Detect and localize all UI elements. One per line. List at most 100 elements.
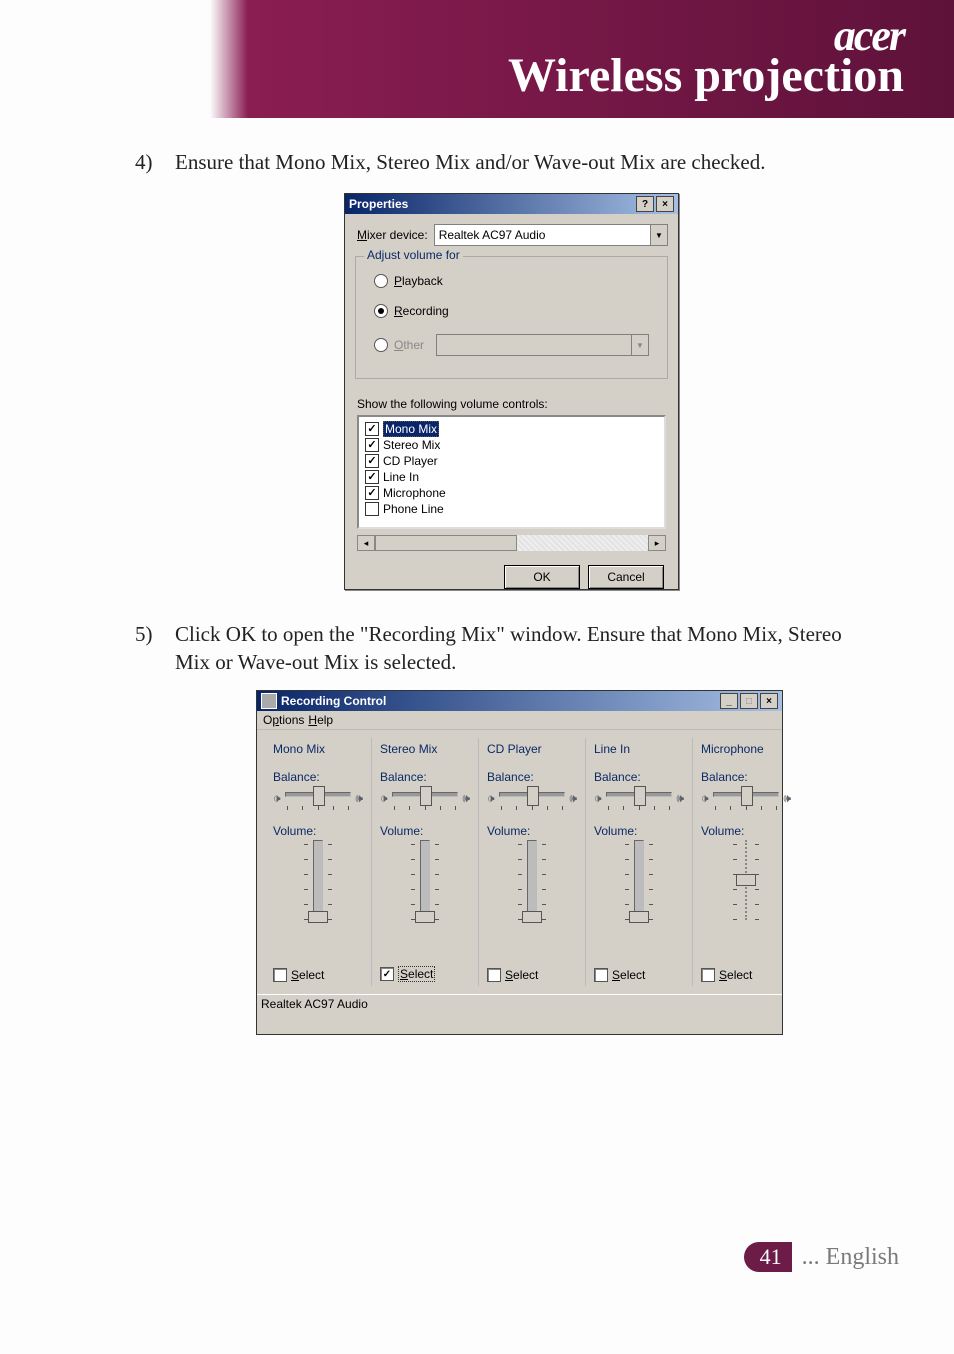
speaker-right-icon: 🕪: [783, 791, 791, 806]
scroll-thumb[interactable]: [375, 535, 517, 551]
speaker-right-icon: 🕪: [462, 791, 470, 806]
checkbox-icon[interactable]: ✓: [365, 422, 379, 436]
volume-label: Volume:: [701, 824, 744, 838]
status-bar: Realtek AC97 Audio: [257, 994, 782, 1013]
select-checkbox-row[interactable]: Select: [701, 968, 752, 982]
list-item-phone-line[interactable]: Phone Line: [363, 501, 660, 517]
mixer-device-label: Mixer device:: [357, 228, 428, 242]
speaker-left-icon: 🕩: [594, 791, 602, 806]
speaker-right-icon: 🕪: [569, 791, 577, 806]
channel-mono-mix: Mono Mix Balance: 🕩 🕪 Volume: Select: [265, 738, 372, 986]
volume-slider[interactable]: [625, 840, 653, 926]
recording-titlebar[interactable]: Recording Control _ □ ×: [257, 691, 782, 711]
ok-button[interactable]: OK: [504, 565, 580, 589]
volume-label: Volume:: [380, 824, 423, 838]
checkbox-icon[interactable]: [273, 968, 287, 982]
select-checkbox-row[interactable]: ✓ Select: [380, 966, 435, 982]
scroll-track[interactable]: [517, 535, 648, 551]
step-5: 5) Click OK to open the "Recording Mix" …: [175, 620, 875, 677]
scroll-right-button[interactable]: ▸: [648, 535, 666, 551]
close-button[interactable]: ×: [656, 196, 674, 212]
speaker-left-icon: 🕩: [701, 791, 709, 806]
scroll-left-button[interactable]: ◂: [357, 535, 375, 551]
maximize-button: □: [740, 693, 758, 709]
properties-titlebar[interactable]: Properties ? ×: [345, 194, 678, 214]
list-item-stereo-mix[interactable]: ✓ Stereo Mix: [363, 437, 660, 453]
select-checkbox-row[interactable]: Select: [594, 968, 645, 982]
horizontal-scrollbar[interactable]: ◂ ▸: [357, 535, 666, 551]
page-heading: Wireless projection: [508, 48, 904, 103]
channel-name: Mono Mix: [273, 742, 325, 756]
mixer-device-value: Realtek AC97 Audio: [439, 228, 546, 242]
balance-label: Balance:: [594, 770, 641, 784]
speaker-left-icon: 🕩: [380, 791, 388, 806]
checkbox-icon[interactable]: ✓: [365, 486, 379, 500]
status-text: Realtek AC97 Audio: [261, 997, 368, 1011]
radio-recording[interactable]: Recording: [356, 296, 667, 326]
speaker-left-icon: 🕩: [273, 791, 281, 806]
menubar: Options Help: [257, 711, 782, 730]
step-5-text: Click OK to open the "Recording Mix" win…: [175, 622, 842, 674]
properties-dialog: Properties ? × Mixer device: Realtek AC9…: [344, 193, 679, 590]
checkbox-icon[interactable]: ✓: [365, 438, 379, 452]
channel-name: Microphone: [701, 742, 764, 756]
list-item-line-in[interactable]: ✓ Line In: [363, 469, 660, 485]
balance-slider[interactable]: 🕩 🕪: [487, 786, 577, 810]
balance-label: Balance:: [701, 770, 748, 784]
speaker-right-icon: 🕪: [355, 791, 363, 806]
radio-playback[interactable]: Playback: [356, 266, 667, 296]
help-button[interactable]: ?: [636, 196, 654, 212]
balance-slider[interactable]: 🕩 🕪: [701, 786, 791, 810]
radio-icon: [374, 338, 388, 352]
channel-name: Stereo Mix: [380, 742, 437, 756]
volume-slider[interactable]: [304, 840, 332, 926]
volume-slider[interactable]: [733, 840, 759, 926]
step-4: 4) Ensure that Mono Mix, Stereo Mix and/…: [175, 148, 875, 176]
close-button[interactable]: ×: [760, 693, 778, 709]
balance-slider[interactable]: 🕩 🕪: [273, 786, 363, 810]
balance-slider[interactable]: 🕩 🕪: [380, 786, 470, 810]
mixer-device-combo[interactable]: Realtek AC97 Audio ▼: [434, 224, 668, 246]
balance-label: Balance:: [273, 770, 320, 784]
checkbox-icon[interactable]: [701, 968, 715, 982]
volume-controls-list[interactable]: ✓ Mono Mix ✓ Stereo Mix ✓ CD Player ✓ Li…: [357, 415, 666, 529]
dropdown-arrow-icon[interactable]: ▼: [650, 225, 667, 245]
channel-name: Line In: [594, 742, 630, 756]
menu-options[interactable]: Options: [263, 713, 304, 727]
volume-label: Volume:: [487, 824, 530, 838]
adjust-volume-label: Adjust volume for: [364, 248, 463, 262]
checkbox-icon[interactable]: [487, 968, 501, 982]
volume-label: Volume:: [273, 824, 316, 838]
speaker-right-icon: 🕪: [676, 791, 684, 806]
list-item-label: Microphone: [383, 486, 446, 500]
list-item-label: Phone Line: [383, 502, 444, 516]
list-item-microphone[interactable]: ✓ Microphone: [363, 485, 660, 501]
balance-slider[interactable]: 🕩 🕪: [594, 786, 684, 810]
checkbox-icon[interactable]: ✓: [365, 470, 379, 484]
checkbox-icon[interactable]: [365, 502, 379, 516]
list-item-label: Stereo Mix: [383, 438, 440, 452]
radio-icon: [374, 304, 388, 318]
select-checkbox-row[interactable]: Select: [273, 968, 324, 982]
checkbox-icon[interactable]: ✓: [380, 967, 394, 981]
channel-name: CD Player: [487, 742, 542, 756]
list-item-cd-player[interactable]: ✓ CD Player: [363, 453, 660, 469]
channel-cd-player: CD Player Balance: 🕩 🕪 Volume: Select: [479, 738, 586, 986]
speaker-left-icon: 🕩: [487, 791, 495, 806]
select-checkbox-row[interactable]: Select: [487, 968, 538, 982]
step-5-number: 5): [135, 620, 153, 648]
checkbox-icon[interactable]: [594, 968, 608, 982]
cancel-button[interactable]: Cancel: [588, 565, 664, 589]
minimize-button[interactable]: _: [720, 693, 738, 709]
checkbox-icon[interactable]: ✓: [365, 454, 379, 468]
recording-control-window: Recording Control _ □ × Options Help Mon…: [256, 690, 783, 1035]
footer-language: ... English: [802, 1244, 899, 1271]
menu-help[interactable]: Help: [308, 713, 333, 727]
channel-stereo-mix: Stereo Mix Balance: 🕩 🕪 Volume: ✓ Select: [372, 738, 479, 986]
list-item-mono-mix[interactable]: ✓ Mono Mix: [363, 421, 660, 437]
volume-slider[interactable]: [411, 840, 439, 926]
page-number-badge: 41: [744, 1242, 792, 1272]
step-4-text: Ensure that Mono Mix, Stereo Mix and/or …: [175, 150, 765, 174]
volume-slider[interactable]: [518, 840, 546, 926]
adjust-volume-groupbox: Adjust volume for Playback Recording Oth…: [355, 256, 668, 379]
